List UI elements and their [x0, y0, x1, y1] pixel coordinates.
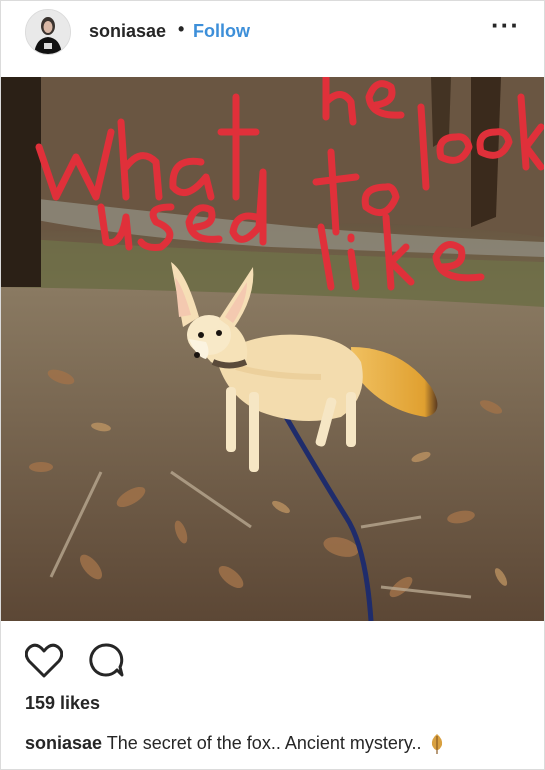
post-header: soniasae • Follow ···	[1, 1, 544, 77]
post-caption: soniasae The secret of the fox.. Ancient…	[25, 733, 444, 755]
follow-button[interactable]: Follow	[193, 21, 250, 42]
avatar-image	[26, 10, 70, 54]
caption-username[interactable]: soniasae	[25, 733, 102, 753]
likes-count[interactable]: 159 likes	[25, 693, 100, 714]
fox-photo	[1, 77, 544, 621]
instagram-post: soniasae • Follow ··· 159 likes soniasae…	[0, 0, 545, 770]
speech-bubble-icon[interactable]	[87, 641, 125, 679]
fallen-leaf-icon	[431, 734, 442, 755]
heart-outline-icon[interactable]	[25, 643, 63, 679]
caption-text: The secret of the fox.. Ancient mystery.…	[106, 733, 422, 753]
post-username[interactable]: soniasae	[89, 21, 166, 42]
more-horizontal-icon[interactable]: ···	[491, 12, 520, 38]
avatar[interactable]	[25, 9, 71, 55]
post-actions	[1, 621, 544, 691]
separator-dot: •	[178, 19, 185, 39]
post-image[interactable]	[1, 77, 544, 621]
